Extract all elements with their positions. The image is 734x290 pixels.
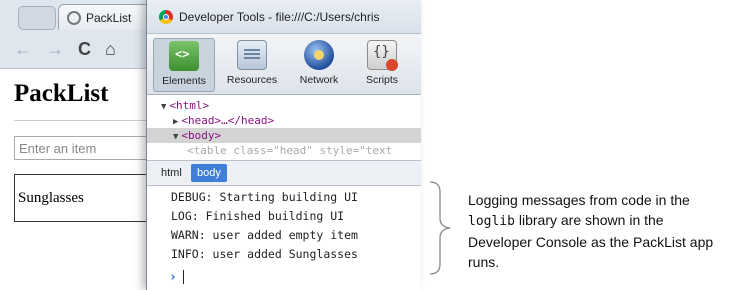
console-message: INFO: user added Sunglasses bbox=[171, 247, 358, 261]
breadcrumb-html[interactable]: html bbox=[155, 164, 188, 182]
developer-tools-window: Developer Tools - file:///C:/Users/chris… bbox=[146, 0, 421, 290]
back-arrow-icon[interactable]: ← bbox=[14, 40, 32, 58]
pack-list: Sunglasses bbox=[14, 174, 164, 222]
expand-triangle-icon[interactable]: ▼ bbox=[173, 132, 178, 142]
tab-scripts-label: Scripts bbox=[365, 74, 399, 86]
home-icon[interactable]: ⌂ bbox=[105, 40, 116, 58]
breadcrumb-body[interactable]: body bbox=[191, 164, 227, 182]
tab-elements[interactable]: Elements bbox=[153, 38, 215, 92]
new-tab-button[interactable] bbox=[18, 6, 56, 30]
callout-code: loglib bbox=[468, 214, 515, 229]
dom-node-text: <body> bbox=[181, 129, 222, 142]
tab-resources-label: Resources bbox=[226, 74, 278, 86]
annotation-callout: Logging messages from code in the loglib… bbox=[468, 190, 730, 272]
dom-node-text: <table class="head" style="text bbox=[187, 144, 393, 157]
page-title: PackList bbox=[14, 80, 109, 107]
breadcrumb: html body bbox=[147, 160, 421, 186]
elements-icon bbox=[169, 41, 199, 71]
scripts-icon bbox=[367, 40, 398, 71]
dom-node-body[interactable]: ▼ <body> bbox=[147, 128, 421, 143]
packlist-browser-window: PackList ← → C ⌂ PackList Sunglasses bbox=[0, 0, 168, 290]
expand-triangle-icon[interactable]: ▼ bbox=[161, 102, 166, 112]
tab-network-label: Network bbox=[299, 74, 339, 86]
item-input[interactable] bbox=[14, 136, 164, 160]
divider bbox=[14, 120, 164, 121]
collapse-triangle-icon[interactable]: ▶ bbox=[173, 117, 178, 127]
forward-arrow-icon[interactable]: → bbox=[46, 40, 64, 58]
dom-node-html[interactable]: ▼ <html> bbox=[161, 98, 209, 113]
devtools-titlebar: Developer Tools - file:///C:/Users/chris bbox=[147, 0, 421, 34]
console-prompt-icon: › bbox=[169, 270, 177, 285]
reload-icon[interactable]: C bbox=[78, 40, 91, 58]
dom-node-text: <head>…</head> bbox=[181, 114, 275, 127]
console-message: LOG: Finished building UI bbox=[171, 209, 345, 223]
resources-icon bbox=[237, 40, 267, 70]
console-message: WARN: user added empty item bbox=[171, 228, 358, 242]
globe-icon bbox=[67, 10, 81, 25]
tab-elements-label: Elements bbox=[162, 75, 206, 87]
devtools-window-title: Developer Tools - file:///C:/Users/chris bbox=[179, 9, 380, 24]
tab-resources[interactable]: Resources bbox=[221, 38, 283, 92]
browser-chrome: PackList ← → C ⌂ bbox=[0, 0, 168, 69]
devtools-toolbar: Elements Resources Network Scripts bbox=[147, 34, 421, 95]
dom-tree: ▼ <html> ▶ <head>…</head> ▼ <body> <table c… bbox=[147, 96, 421, 158]
tab-network[interactable]: Network bbox=[291, 38, 347, 92]
navigation-bar: ← → C ⌂ bbox=[0, 34, 160, 64]
tab-title: PackList bbox=[86, 10, 132, 25]
dom-node-head[interactable]: ▶ <head>…</head> bbox=[173, 113, 274, 128]
developer-console[interactable]: DEBUG: Starting building UI LOG: Finishe… bbox=[147, 186, 421, 290]
console-input-cursor[interactable] bbox=[183, 270, 184, 284]
tab-scripts[interactable]: Scripts bbox=[355, 38, 409, 92]
chrome-logo-icon bbox=[159, 9, 173, 24]
list-item[interactable]: Sunglasses bbox=[18, 190, 84, 207]
network-icon bbox=[304, 40, 334, 70]
dom-node-text: <html> bbox=[169, 99, 210, 112]
console-message: DEBUG: Starting building UI bbox=[171, 190, 358, 204]
dom-node-table[interactable]: <table class="head" style="text bbox=[187, 143, 392, 158]
curly-brace bbox=[429, 181, 451, 275]
callout-text: Logging messages from code in the bbox=[468, 192, 690, 208]
